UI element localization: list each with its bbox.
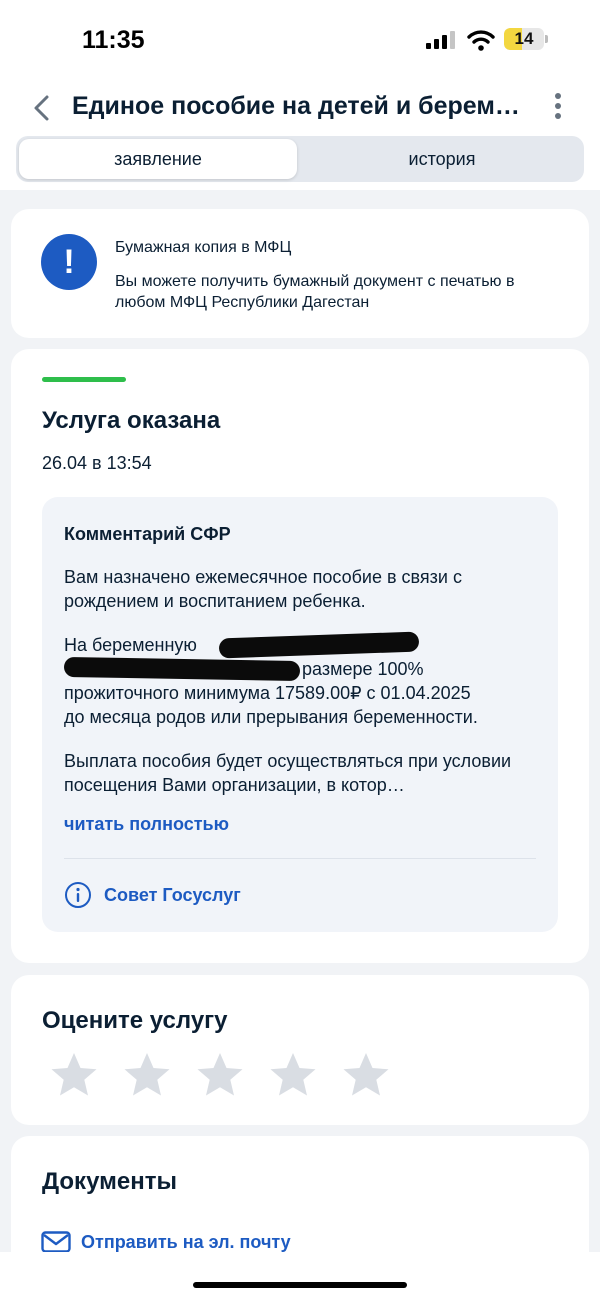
status-date: 26.04 в 13:54: [42, 453, 152, 473]
info-circle-icon[interactable]: [64, 881, 92, 909]
mfc-notice-card: ! Бумажная копия в МФЦ Вы можете получит…: [11, 209, 589, 338]
tab-history[interactable]: история: [303, 139, 581, 179]
status-progress-bar: [42, 377, 126, 382]
star-icon[interactable]: [195, 1051, 245, 1099]
documents-title: Документы: [42, 1168, 177, 1195]
comment-paragraph-2: На беременную размере 100% прожиточного …: [63, 631, 542, 729]
tab-application[interactable]: заявление: [19, 139, 297, 179]
bottom-safe-area: [0, 1252, 600, 1300]
status-title: Услуга оказана: [42, 407, 221, 434]
battery-level: 14: [514, 29, 534, 48]
status-time: 11:35: [82, 26, 145, 54]
sfr-comment-box: Комментарий СФР Вам назначено ежемесячно…: [42, 497, 558, 932]
star-icon[interactable]: [122, 1051, 172, 1099]
comment-line-4: до месяца родов или прерывания беременно…: [64, 707, 478, 727]
back-chevron-icon[interactable]: [30, 94, 54, 122]
battery-icon: 14: [504, 28, 544, 50]
star-icon[interactable]: [341, 1051, 391, 1099]
battery-tip: [545, 35, 548, 43]
status-bar: 11:35 14: [0, 0, 600, 80]
read-more-link[interactable]: читать полностью: [64, 814, 229, 835]
rate-service-card: Оцените услугу: [11, 975, 589, 1125]
comment-title: Комментарий СФР: [64, 524, 231, 544]
notice-title: Бумажная копия в МФЦ: [115, 239, 292, 256]
send-email-link[interactable]: Отправить на эл. почту: [81, 1232, 291, 1253]
comment-paragraph-1: Вам назначено ежемесячное пособие в связ…: [64, 567, 462, 611]
star-icon[interactable]: [49, 1051, 99, 1099]
rate-title: Оцените услугу: [42, 1007, 228, 1034]
page-title: Единое пособие на детей и беременным: [72, 92, 522, 120]
divider: [64, 858, 536, 859]
wifi-icon: [467, 30, 495, 51]
envelope-icon[interactable]: [41, 1231, 71, 1253]
comment-line-3: прожиточного минимума 17589.00₽ с 01.04.…: [64, 683, 471, 703]
tab-bar: заявление история: [16, 136, 584, 182]
more-vertical-icon[interactable]: [548, 92, 568, 120]
notice-text: Вы можете получить бумажный документ с п…: [115, 273, 515, 311]
header: Единое пособие на детей и беременным зая…: [0, 80, 600, 190]
signal-icon: [426, 31, 455, 49]
service-status-card: Услуга оказана 26.04 в 13:54 Комментарий…: [11, 349, 589, 963]
star-icon[interactable]: [268, 1051, 318, 1099]
home-indicator: [193, 1282, 407, 1288]
exclamation-icon: !: [41, 234, 97, 290]
gosuslugi-advice-link[interactable]: Совет Госуслуг: [104, 885, 241, 906]
comment-paragraph-3: Выплата пособия будет осуществляться при…: [64, 751, 512, 795]
redaction-mark: [63, 656, 301, 682]
star-rating: [49, 1051, 409, 1099]
